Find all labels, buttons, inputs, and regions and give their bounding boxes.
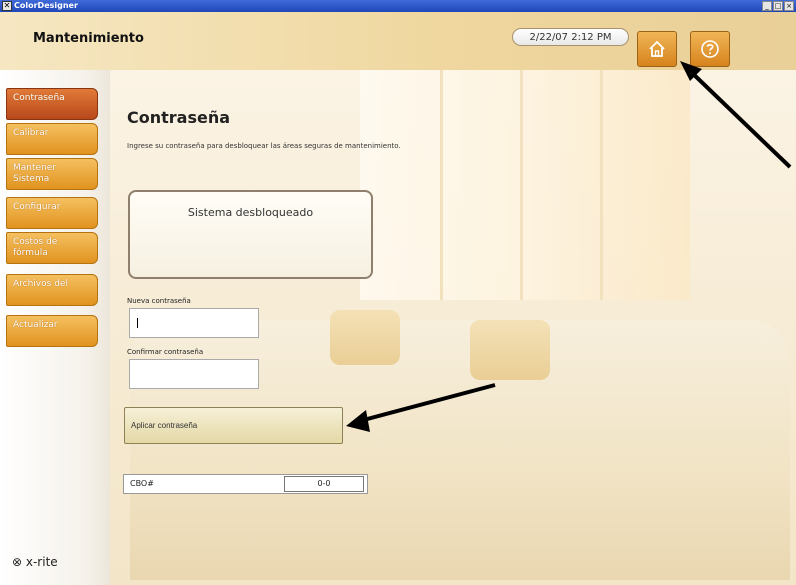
unlock-status-box: Sistema desbloqueado [128, 190, 373, 279]
logo-text: x-rite [25, 555, 58, 569]
window-controls: _ □ × [762, 1, 794, 11]
apply-password-button[interactable]: Aplicar contraseña [124, 407, 343, 444]
sidebar-item-label: Archivos del [13, 279, 68, 289]
sidebar-item-contrasena[interactable]: Contraseña [6, 88, 98, 120]
new-password-label: Nueva contraseña [127, 297, 191, 305]
page-title: Mantenimiento [33, 31, 144, 46]
help-button[interactable] [690, 31, 730, 67]
home-icon [649, 40, 665, 57]
sidebar-item-label: Contraseña [13, 93, 65, 103]
cbo-label: CBO# [130, 479, 154, 488]
background-window [360, 70, 690, 300]
sidebar-item-label: Actualizar [13, 320, 58, 330]
sidebar-item-configurar[interactable]: Configurar [6, 197, 98, 229]
sidebar-item-label-line2: Sistema [13, 174, 50, 184]
close-button[interactable]: × [784, 1, 794, 11]
confirm-password-label: Confirmar contraseña [127, 348, 204, 356]
sidebar-item-archivos-del[interactable]: Archivos del [6, 274, 98, 306]
home-button[interactable] [637, 31, 677, 67]
app-title: ColorDesigner [14, 1, 78, 10]
sidebar-item-label: Configurar [13, 202, 61, 212]
sidebar-item-label-line2: fórmula [13, 248, 48, 258]
unlock-status-text: Sistema desbloqueado [187, 206, 314, 219]
sidebar-item-mantener-sistema[interactable]: Mantener Sistema [6, 158, 98, 190]
minimize-button[interactable]: _ [762, 1, 772, 11]
sidebar-item-label: Calibrar [13, 128, 49, 138]
sidebar-item-costos-formula[interactable]: Costos de fórmula [6, 232, 98, 264]
content-title: Contraseña [127, 108, 231, 127]
sidebar: Contraseña Calibrar Mantener Sistema Con… [0, 70, 110, 585]
sidebar-item-label-line1: Costos de [13, 237, 58, 247]
app-header: Mantenimiento 2/22/07 2:12 PM [0, 12, 796, 70]
sidebar-item-calibrar[interactable]: Calibrar [6, 123, 98, 155]
text-caret [137, 318, 138, 328]
background-pillow [330, 310, 400, 365]
sidebar-item-label-line1: Mantener [13, 163, 56, 173]
content-description: Ingrese su contraseña para desbloquear l… [127, 142, 401, 150]
datetime-display: 2/22/07 2:12 PM [512, 28, 629, 46]
background-pillow [470, 320, 550, 380]
new-password-input[interactable] [129, 308, 259, 338]
sidebar-item-actualizar[interactable]: Actualizar [6, 315, 98, 347]
window-titlebar: ✕ ColorDesigner _ □ × [0, 0, 796, 12]
help-icon [701, 40, 719, 58]
confirm-password-input[interactable] [129, 359, 259, 389]
maximize-button[interactable]: □ [773, 1, 783, 11]
app-icon: ✕ [2, 1, 12, 11]
xrite-logo: ⊗ x-rite [12, 555, 58, 569]
cbo-value-field[interactable]: 0-0 [284, 476, 364, 492]
cbo-row: CBO# 0-0 [123, 474, 368, 494]
